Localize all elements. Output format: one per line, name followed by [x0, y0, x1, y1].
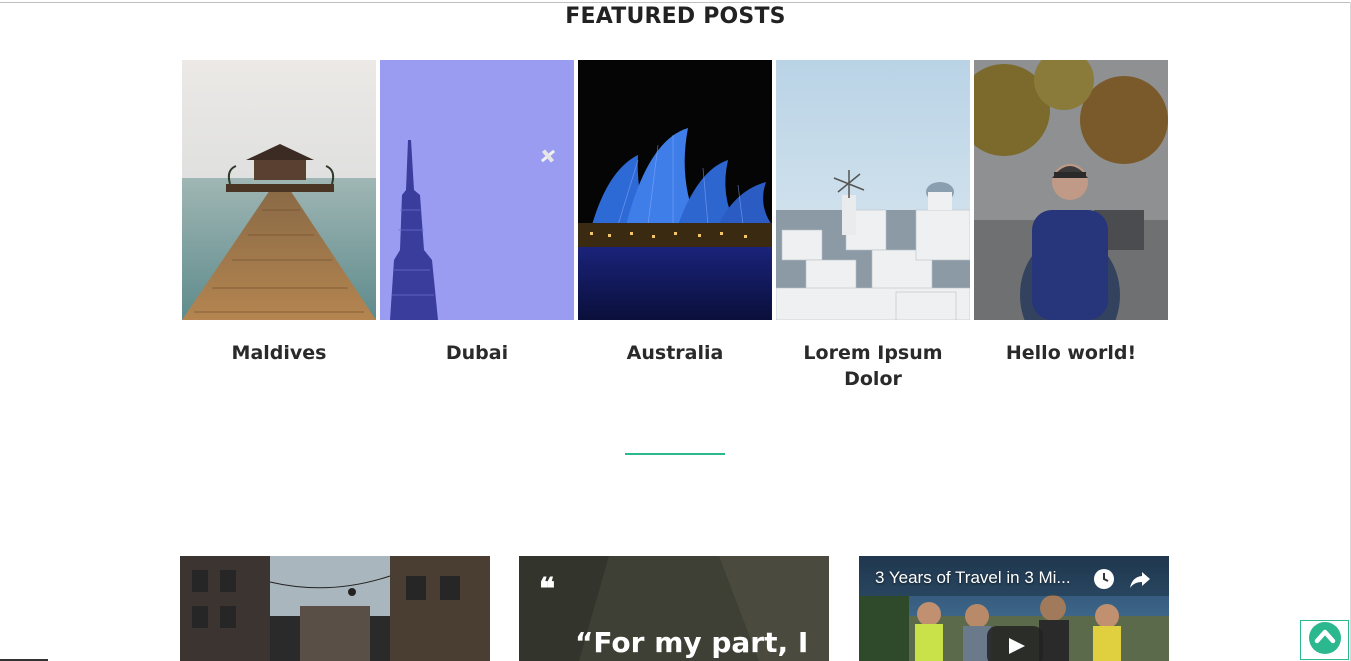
- featured-title-lorem-ipsum-dolor[interactable]: Lorem Ipsum Dolor: [776, 340, 970, 392]
- scroll-to-top-button[interactable]: [1300, 620, 1349, 660]
- featured-title-dubai[interactable]: Dubai: [380, 340, 574, 366]
- post-card-quote[interactable]: ❝ “For my part, I: [519, 556, 829, 661]
- featured-image-lorem-ipsum-dolor[interactable]: [776, 60, 970, 320]
- featured-card-hello-world[interactable]: Hello world!: [974, 60, 1168, 366]
- top-border: [0, 2, 1351, 3]
- featured-card-dubai[interactable]: Dubai: [380, 60, 574, 366]
- featured-posts: Maldives Dubai Australia Lorem Ipsum Dol…: [182, 60, 1168, 400]
- featured-image-dubai[interactable]: [380, 60, 574, 320]
- featured-image-maldives[interactable]: [182, 60, 376, 320]
- share-icon[interactable]: [1129, 568, 1151, 590]
- quote-text: “For my part, I: [575, 626, 809, 659]
- featured-title-maldives[interactable]: Maldives: [182, 340, 376, 366]
- clock-icon[interactable]: [1093, 568, 1115, 590]
- video-title[interactable]: 3 Years of Travel in 3 Mi...: [875, 568, 1071, 588]
- featured-card-lorem-ipsum-dolor[interactable]: Lorem Ipsum Dolor: [776, 60, 970, 392]
- featured-card-maldives[interactable]: Maldives: [182, 60, 376, 366]
- quote-mark-icon: ❝: [539, 572, 556, 607]
- featured-image-hello-world[interactable]: [974, 60, 1168, 320]
- featured-card-australia[interactable]: Australia: [578, 60, 772, 366]
- chevron-up-circle-icon: [1308, 621, 1342, 660]
- section-title: FEATURED POSTS: [565, 4, 786, 29]
- post-card-video[interactable]: 3 Years of Travel in 3 Mi...: [859, 556, 1169, 661]
- featured-title-hello-world[interactable]: Hello world!: [974, 340, 1168, 366]
- featured-title-australia[interactable]: Australia: [578, 340, 772, 366]
- featured-image-australia[interactable]: [578, 60, 772, 320]
- play-icon[interactable]: [987, 626, 1043, 661]
- post-card-street[interactable]: [180, 556, 490, 661]
- section-divider: [625, 453, 725, 455]
